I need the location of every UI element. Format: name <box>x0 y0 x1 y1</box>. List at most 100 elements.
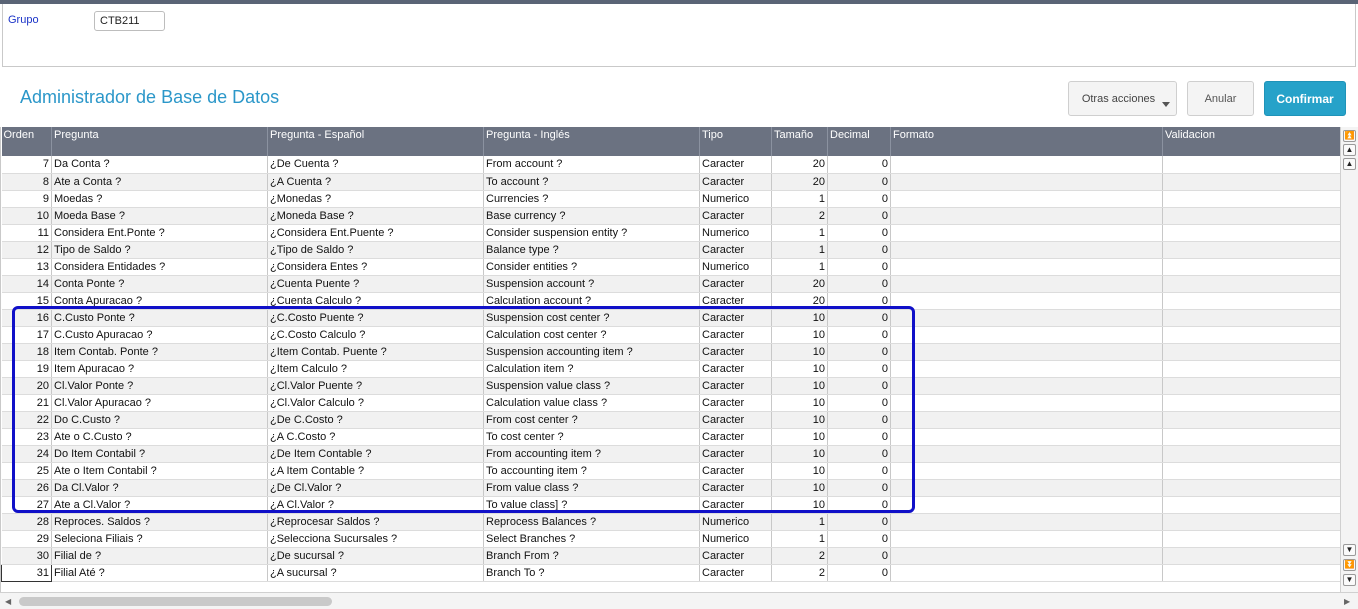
cell-pregunta[interactable]: Considera Ent.Ponte ? <box>51 224 268 242</box>
cell-validacion[interactable] <box>1162 462 1340 480</box>
cell-tamano[interactable]: 10 <box>771 479 828 497</box>
cell-formato[interactable] <box>890 462 1163 480</box>
cell-orden[interactable]: 24 <box>1 445 52 463</box>
cell-orden[interactable]: 20 <box>1 377 52 395</box>
down-arrow-icon[interactable]: ▼ <box>1343 544 1356 556</box>
cell-formato[interactable] <box>890 309 1163 327</box>
cell-pregunta[interactable]: Filial de ? <box>51 547 268 565</box>
table-row[interactable]: 30 Filial de ? ¿De sucursal ? Branch From ?… <box>1 547 1340 565</box>
cell-formato[interactable] <box>890 343 1163 361</box>
cell-pregunta-es[interactable]: ¿Considera Ent.Puente ? <box>267 224 484 242</box>
cell-pregunta-en[interactable]: Calculation value class ? <box>483 394 700 412</box>
cell-pregunta[interactable]: Da Cl.Valor ? <box>51 479 268 497</box>
cell-pregunta-es[interactable]: ¿Cl.Valor Puente ? <box>267 377 484 395</box>
cell-tamano[interactable]: 20 <box>771 292 828 310</box>
cell-pregunta-es[interactable]: ¿A C.Costo ? <box>267 428 484 446</box>
cell-tipo[interactable]: Caracter <box>699 479 772 497</box>
up-arrow-icon[interactable]: ▲ <box>1343 144 1356 156</box>
cell-pregunta-en[interactable]: Calculation account ? <box>483 292 700 310</box>
cell-pregunta-es[interactable]: ¿Cuenta Puente ? <box>267 275 484 293</box>
cell-validacion[interactable] <box>1162 496 1340 514</box>
cell-orden[interactable]: 28 <box>1 513 52 531</box>
cell-pregunta-en[interactable]: To value class] ? <box>483 496 700 514</box>
cell-pregunta[interactable]: C.Custo Ponte ? <box>51 309 268 327</box>
cell-pregunta[interactable]: Ate o C.Custo ? <box>51 428 268 446</box>
cell-validacion[interactable] <box>1162 173 1340 191</box>
cell-orden[interactable]: 25 <box>1 462 52 480</box>
cell-validacion[interactable] <box>1162 309 1340 327</box>
cell-tamano[interactable]: 10 <box>771 309 828 327</box>
cell-pregunta[interactable]: Ate o Item Contabil ? <box>51 462 268 480</box>
table-row[interactable]: 25 Ate o Item Contabil ? ¿A Item Contable … <box>1 462 1340 480</box>
cell-orden[interactable]: 26 <box>1 479 52 497</box>
cell-formato[interactable] <box>890 377 1163 395</box>
table-row[interactable]: 7 Da Conta ? ¿De Cuenta ? From account ? Car… <box>1 156 1340 174</box>
cell-decimal[interactable]: 0 <box>827 292 891 310</box>
cell-formato[interactable] <box>890 156 1163 174</box>
cell-pregunta-es[interactable]: ¿De C.Costo ? <box>267 411 484 429</box>
cell-pregunta-en[interactable]: Base currency ? <box>483 207 700 225</box>
cell-tipo[interactable]: Caracter <box>699 411 772 429</box>
cell-tipo[interactable]: Caracter <box>699 564 772 582</box>
cell-orden[interactable]: 17 <box>1 326 52 344</box>
cell-pregunta[interactable]: Moedas ? <box>51 190 268 208</box>
cell-validacion[interactable] <box>1162 513 1340 531</box>
cell-tipo[interactable]: Caracter <box>699 462 772 480</box>
cell-validacion[interactable] <box>1162 394 1340 412</box>
cell-validacion[interactable] <box>1162 564 1340 582</box>
cell-decimal[interactable]: 0 <box>827 190 891 208</box>
cell-pregunta-es[interactable]: ¿Moneda Base ? <box>267 207 484 225</box>
cell-validacion[interactable] <box>1162 428 1340 446</box>
cell-orden[interactable]: 27 <box>1 496 52 514</box>
cell-pregunta-es[interactable]: ¿A Cl.Valor ? <box>267 496 484 514</box>
cell-formato[interactable] <box>890 428 1163 446</box>
cell-decimal[interactable]: 0 <box>827 530 891 548</box>
cell-pregunta-es[interactable]: ¿C.Costo Calculo ? <box>267 326 484 344</box>
column-header-tipo[interactable]: Tipo <box>699 127 772 156</box>
cell-orden[interactable]: 22 <box>1 411 52 429</box>
cell-decimal[interactable]: 0 <box>827 394 891 412</box>
cell-validacion[interactable] <box>1162 292 1340 310</box>
cell-tipo[interactable]: Caracter <box>699 173 772 191</box>
cell-decimal[interactable]: 0 <box>827 156 891 174</box>
cell-pregunta-en[interactable]: Consider suspension entity ? <box>483 224 700 242</box>
table-row[interactable]: 18 Item Contab. Ponte ? ¿Item Contab. Puen… <box>1 343 1340 361</box>
cell-pregunta-en[interactable]: From account ? <box>483 156 700 174</box>
cell-tamano[interactable]: 1 <box>771 190 828 208</box>
column-header-validacion[interactable]: Validacion <box>1162 127 1340 156</box>
cell-tamano[interactable]: 20 <box>771 156 828 174</box>
cell-pregunta[interactable]: Conta Apuracao ? <box>51 292 268 310</box>
table-row[interactable]: 17 C.Custo Apuracao ? ¿C.Costo Calculo ? Ca… <box>1 326 1340 344</box>
cell-tamano[interactable]: 10 <box>771 394 828 412</box>
cell-tamano[interactable]: 10 <box>771 462 828 480</box>
cell-tamano[interactable]: 1 <box>771 513 828 531</box>
cell-tamano[interactable]: 10 <box>771 326 828 344</box>
cell-formato[interactable] <box>890 496 1163 514</box>
table-row[interactable]: 15 Conta Apuracao ? ¿Cuenta Calculo ? Calcu… <box>1 292 1340 310</box>
cell-tamano[interactable]: 1 <box>771 258 828 276</box>
cell-pregunta-en[interactable]: Suspension cost center ? <box>483 309 700 327</box>
cell-validacion[interactable] <box>1162 156 1340 174</box>
scroll-right-icon[interactable]: ▶ <box>1344 597 1350 606</box>
table-row[interactable]: 14 Conta Ponte ? ¿Cuenta Puente ? Suspensio… <box>1 275 1340 293</box>
cell-tipo[interactable]: Numerico <box>699 530 772 548</box>
cell-validacion[interactable] <box>1162 258 1340 276</box>
table-row[interactable]: 24 Do Item Contabil ? ¿De Item Contable ? F… <box>1 445 1340 463</box>
cell-decimal[interactable]: 0 <box>827 343 891 361</box>
cell-validacion[interactable] <box>1162 445 1340 463</box>
cell-decimal[interactable]: 0 <box>827 564 891 582</box>
table-row[interactable]: 20 Cl.Valor Ponte ? ¿Cl.Valor Puente ? Susp… <box>1 377 1340 395</box>
cell-pregunta-en[interactable]: To account ? <box>483 173 700 191</box>
cell-tipo[interactable]: Caracter <box>699 292 772 310</box>
cell-tipo[interactable]: Caracter <box>699 156 772 174</box>
cell-orden[interactable]: 7 <box>1 156 52 174</box>
cell-tamano[interactable]: 10 <box>771 496 828 514</box>
cell-tamano[interactable]: 10 <box>771 377 828 395</box>
cell-tamano[interactable]: 1 <box>771 241 828 259</box>
cell-orden[interactable]: 11 <box>1 224 52 242</box>
cell-pregunta[interactable]: Tipo de Saldo ? <box>51 241 268 259</box>
cell-tipo[interactable]: Caracter <box>699 547 772 565</box>
cell-pregunta-es[interactable]: ¿De Cuenta ? <box>267 156 484 174</box>
cell-tipo[interactable]: Caracter <box>699 394 772 412</box>
cell-orden[interactable]: 31 <box>1 563 52 582</box>
